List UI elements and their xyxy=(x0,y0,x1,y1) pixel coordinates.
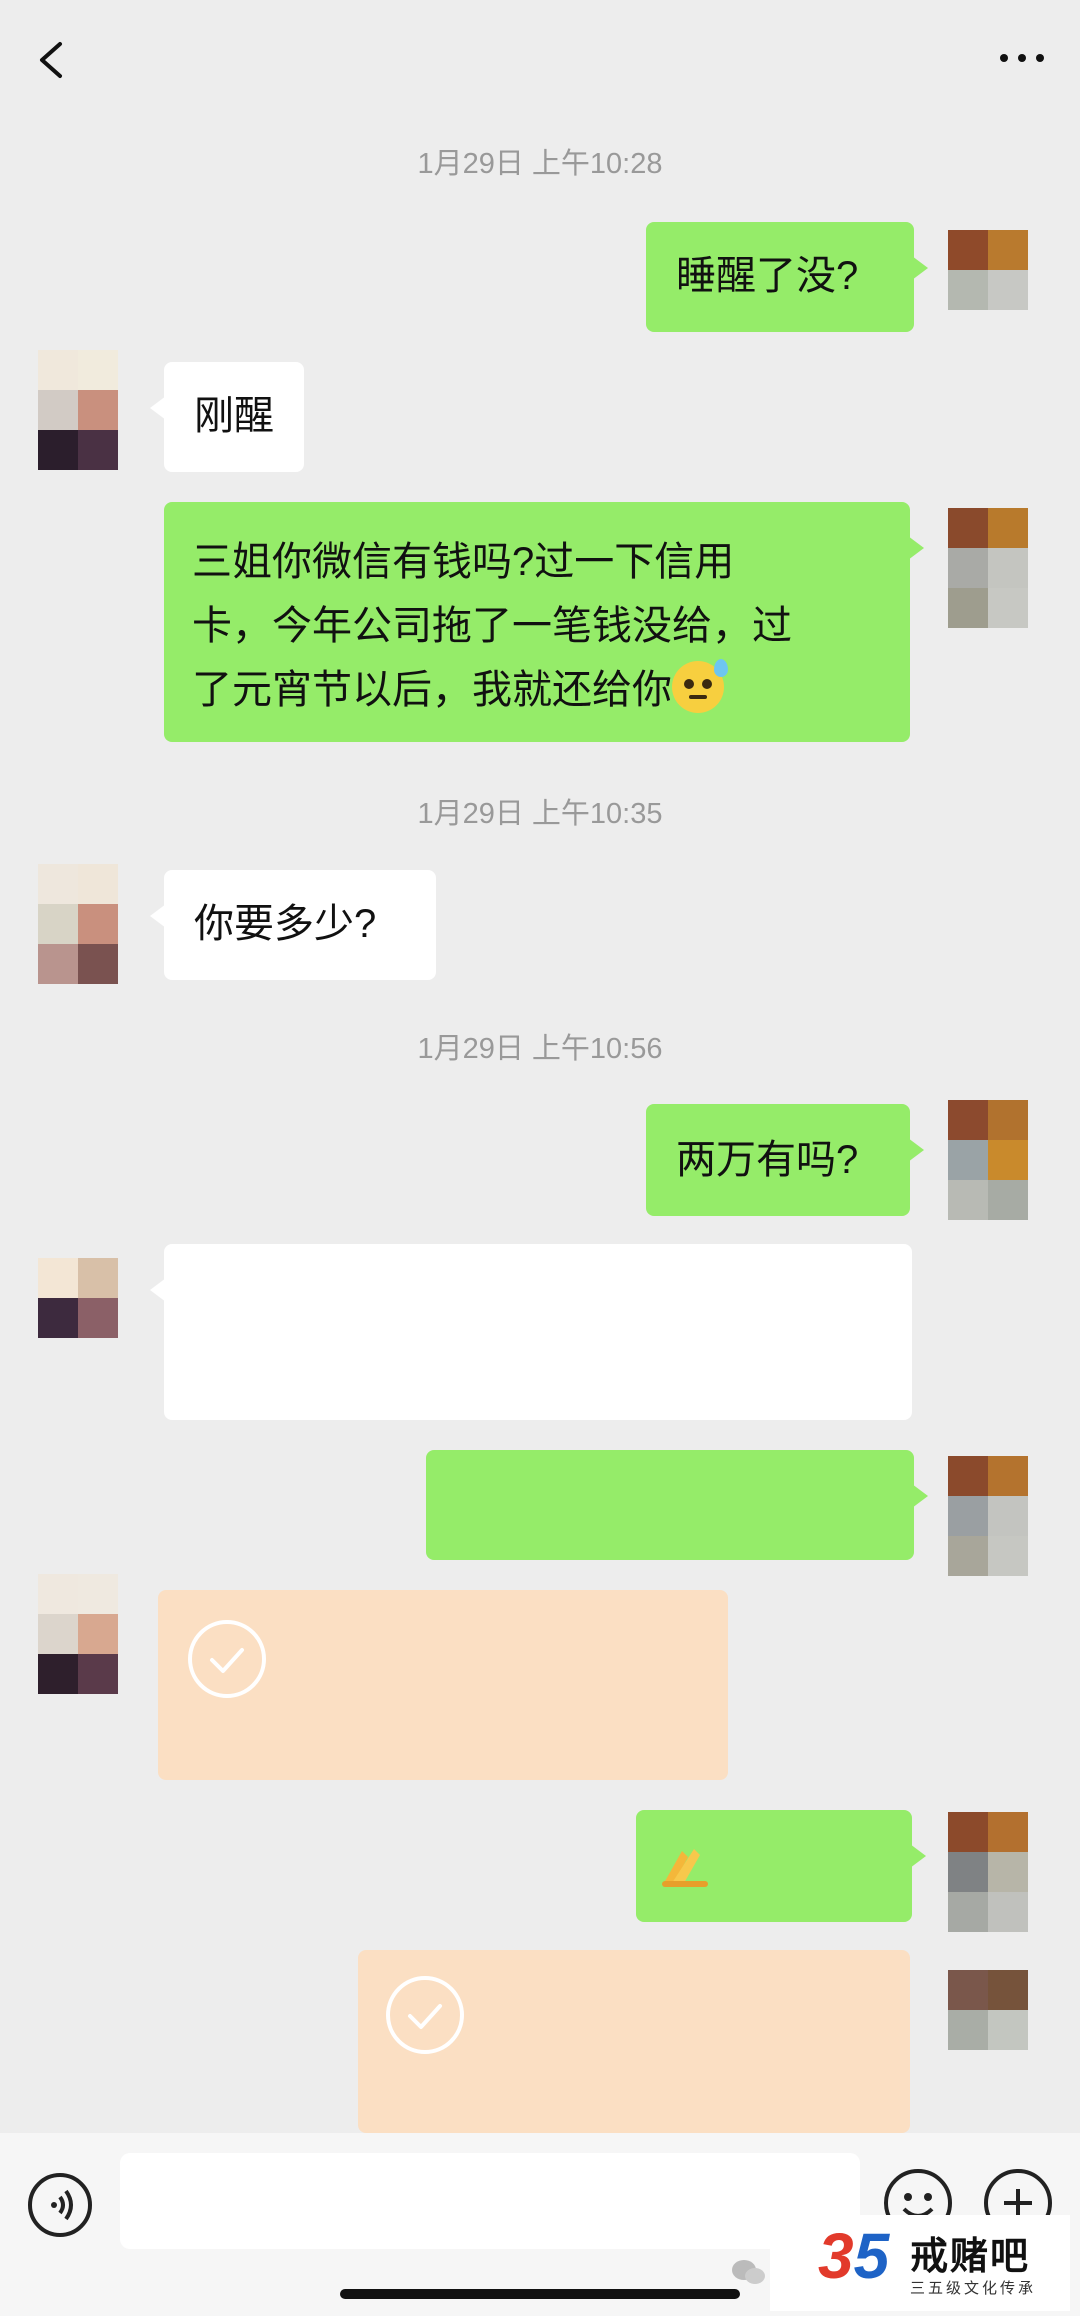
message-bubble-sent[interactable] xyxy=(426,1450,928,1560)
my-avatar[interactable] xyxy=(948,1970,1028,2050)
message-bubble-received[interactable]: 你要多少? xyxy=(150,870,436,980)
contact-avatar[interactable] xyxy=(38,1258,118,1338)
message-input[interactable] xyxy=(120,2153,860,2249)
message-line: 了元宵节以后，我就还给你 xyxy=(192,668,672,712)
message-timestamp: 1月29日 上午10:56 xyxy=(417,1033,663,1065)
my-avatar[interactable] xyxy=(948,1100,1028,1220)
my-avatar[interactable] xyxy=(948,1812,1028,1932)
watermark-subtitle: 三五级文化传承 xyxy=(910,2280,1037,2297)
chat-header xyxy=(0,0,1080,120)
message-timestamp: 1月29日 上午10:28 xyxy=(417,148,663,180)
back-icon[interactable] xyxy=(28,30,78,90)
message-bubble-sent[interactable]: 三姐你微信有钱吗?过一下信用 卡，今年公司拖了一笔钱没给，过 了元宵节以后，我就… xyxy=(164,502,924,742)
watermark-number: 35 xyxy=(818,2220,890,2292)
contact-avatar[interactable] xyxy=(38,864,118,984)
voice-icon[interactable] xyxy=(28,2173,92,2237)
home-indicator[interactable] xyxy=(340,2289,740,2299)
check-circle-icon xyxy=(188,1620,266,1698)
transfer-card-received[interactable] xyxy=(158,1590,728,1780)
sweat-smile-emoji-icon xyxy=(672,659,728,713)
message-line: 卡，今年公司拖了一笔钱没给，过 xyxy=(192,604,792,648)
message-bubble-sent[interactable] xyxy=(636,1810,926,1922)
transfer-card-sent[interactable] xyxy=(358,1950,910,2133)
contact-avatar[interactable] xyxy=(38,1574,118,1694)
watermark-name: 戒赌吧 xyxy=(910,2236,1031,2278)
pray-emoji-icon xyxy=(660,1842,712,1906)
my-avatar[interactable] xyxy=(948,230,1028,310)
my-avatar[interactable] xyxy=(948,508,1028,628)
message-bubble-received[interactable]: 刚醒 xyxy=(150,362,304,472)
watermark-logo: 35 戒赌吧 三五级文化传承 xyxy=(770,2215,1070,2311)
chat-title-blurred xyxy=(474,32,554,72)
message-line: 三姐你微信有钱吗?过一下信用 xyxy=(192,540,735,584)
message-bubble-sent[interactable]: 睡醒了没? xyxy=(646,222,928,332)
message-bubble-sent[interactable]: 两万有吗? xyxy=(646,1104,924,1216)
more-icon[interactable] xyxy=(992,38,1052,78)
message-timestamp: 1月29日 上午10:35 xyxy=(417,798,663,830)
message-bubble-received[interactable] xyxy=(150,1244,912,1420)
contact-avatar[interactable] xyxy=(38,350,118,470)
check-circle-icon xyxy=(386,1976,464,2054)
my-avatar[interactable] xyxy=(948,1456,1028,1576)
wechat-logo-icon xyxy=(732,2260,765,2284)
